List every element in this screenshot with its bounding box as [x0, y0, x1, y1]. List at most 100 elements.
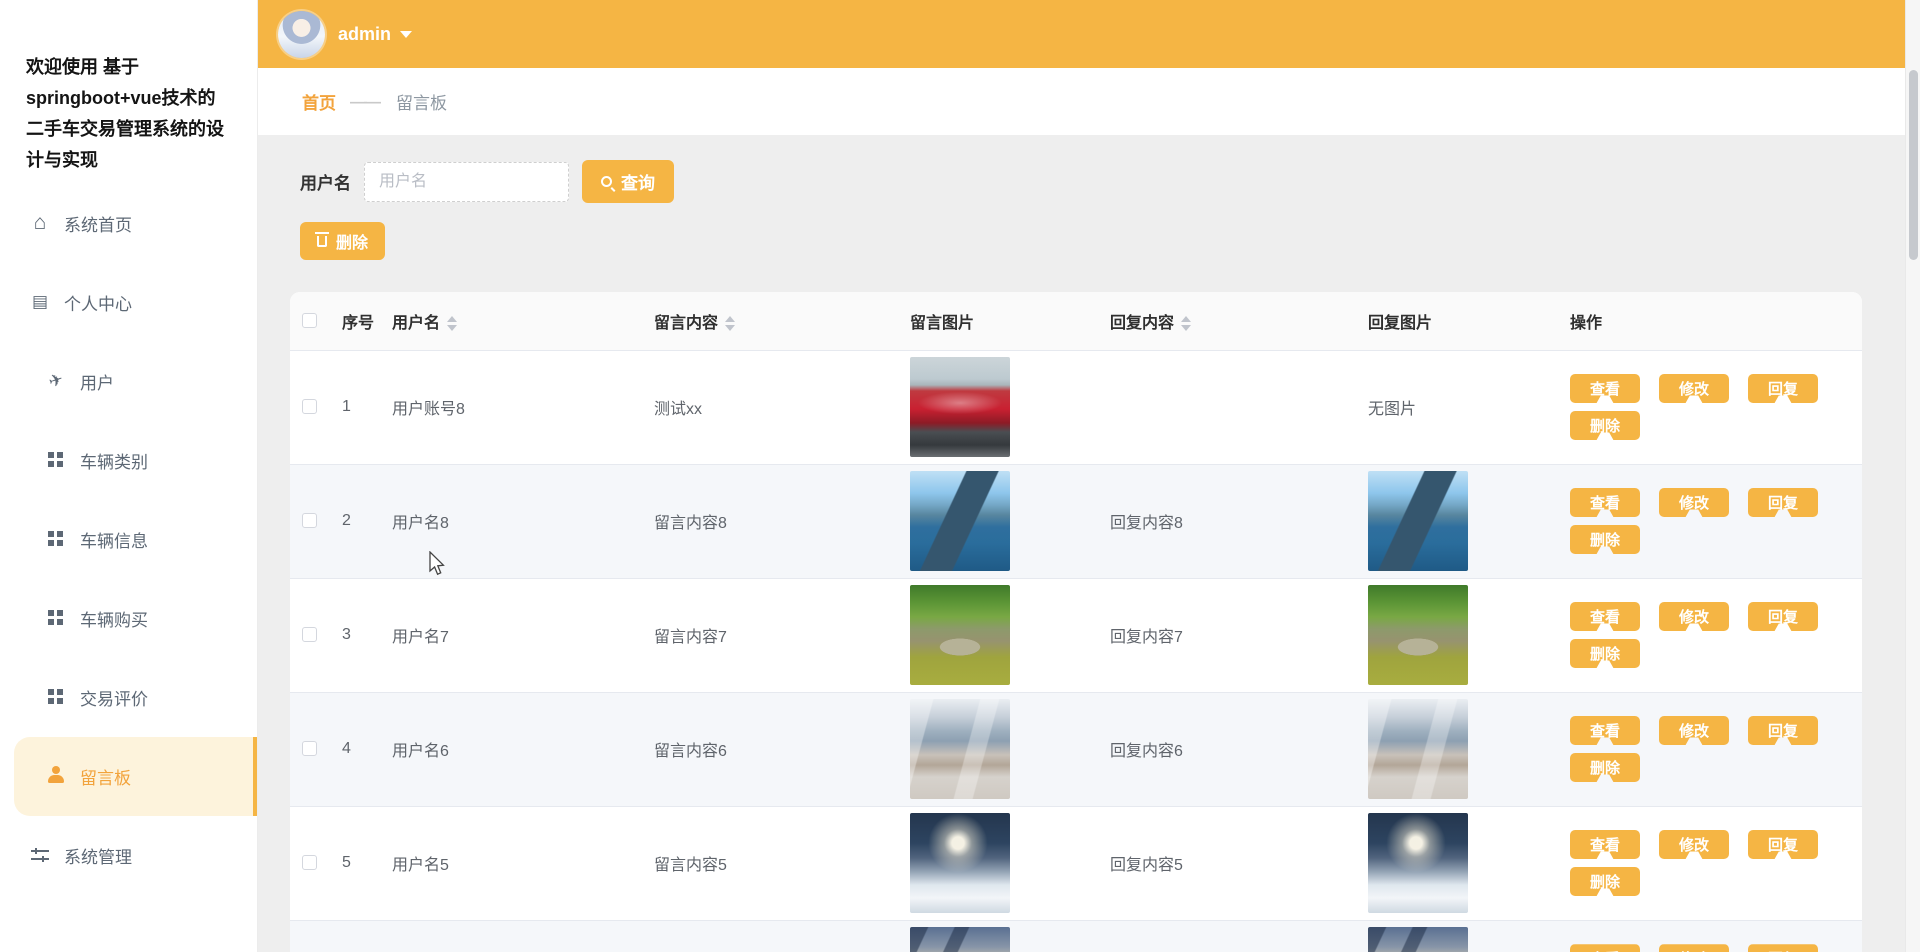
- view-button[interactable]: 查看: [1570, 602, 1640, 631]
- view-button[interactable]: 查看: [1570, 830, 1640, 859]
- sidebar-item-3[interactable]: 车辆类别: [0, 421, 257, 500]
- username[interactable]: admin: [338, 24, 391, 45]
- edit-button[interactable]: 修改: [1659, 944, 1729, 952]
- table-card: 序号 用户名 留言内容 留言图片 回复内容 回复图片 操作 1 用户账号8 测试…: [290, 292, 1862, 952]
- search-button[interactable]: 查询: [582, 160, 674, 203]
- row-username: 用户账号8: [392, 350, 654, 464]
- select-all-checkbox[interactable]: [302, 313, 317, 328]
- avatar[interactable]: [278, 11, 325, 58]
- column-header: 留言内容: [654, 292, 910, 350]
- table-row: 3 用户名7 留言内容7 回复内容7 查看 修改 回复 删除: [290, 578, 1862, 692]
- row-checkbox[interactable]: [302, 855, 317, 870]
- sort-icons[interactable]: [1181, 316, 1191, 331]
- search-icon: [601, 176, 612, 187]
- row-reply-content: [1110, 350, 1368, 464]
- home-icon: [30, 213, 50, 233]
- row-reply-content: 回复内容8: [1110, 464, 1368, 578]
- sidebar-item-1[interactable]: 个人中心: [0, 263, 257, 342]
- row-message-content: [654, 920, 910, 952]
- edit-button[interactable]: 修改: [1659, 602, 1729, 631]
- sidebar-item-4[interactable]: 车辆信息: [0, 500, 257, 579]
- row-username: 用户名8: [392, 464, 654, 578]
- row-actions: 查看 修改 回复 删除: [1570, 598, 1854, 672]
- sidebar-item-8[interactable]: 系统管理: [0, 816, 257, 895]
- toolbar-row: 删除: [290, 222, 1862, 260]
- sort-icons[interactable]: [447, 316, 457, 331]
- row-username: [392, 920, 654, 952]
- row-index: 3: [342, 578, 392, 692]
- delete-row-button[interactable]: 删除: [1570, 753, 1640, 782]
- send-icon: [46, 371, 66, 391]
- message-photo: [910, 357, 1010, 457]
- sidebar-item-label: 系统首页: [64, 211, 132, 236]
- scrollbar-thumb[interactable]: [1909, 70, 1918, 260]
- table-row: 5 用户名5 留言内容5 回复内容5 查看 修改 回复 删除: [290, 806, 1862, 920]
- sidebar-item-6[interactable]: 交易评价: [0, 658, 257, 737]
- reply-button[interactable]: 回复: [1748, 374, 1818, 403]
- delete-row-button[interactable]: 删除: [1570, 867, 1640, 896]
- delete-button[interactable]: 删除: [300, 222, 385, 260]
- row-reply-content: [1110, 920, 1368, 952]
- grid-icon: [46, 529, 66, 549]
- delete-row-button[interactable]: 删除: [1570, 639, 1640, 668]
- chevron-down-icon[interactable]: [400, 31, 412, 38]
- column-header: 用户名: [392, 292, 654, 350]
- search-label: 用户名: [300, 169, 351, 194]
- no-image-text: 无图片: [1368, 401, 1416, 418]
- person-icon: [46, 766, 66, 786]
- reply-button[interactable]: 回复: [1748, 830, 1818, 859]
- breadcrumb-current: 留言板: [396, 89, 447, 114]
- view-button[interactable]: 查看: [1570, 944, 1640, 952]
- reply-button[interactable]: 回复: [1748, 944, 1818, 952]
- sidebar-item-2[interactable]: 用户: [0, 342, 257, 421]
- sliders-icon: [30, 845, 50, 865]
- sidebar-item-0[interactable]: 系统首页: [0, 184, 257, 263]
- row-checkbox[interactable]: [302, 627, 317, 642]
- row-actions: 查看 修改 回复 删除: [1570, 826, 1854, 900]
- row-username: 用户名6: [392, 692, 654, 806]
- row-actions: 查看 修改 回复 删除: [1570, 940, 1854, 952]
- grid-icon: [46, 450, 66, 470]
- row-index: 4: [342, 692, 392, 806]
- delete-row-button[interactable]: 删除: [1570, 411, 1640, 440]
- sidebar-item-label: 个人中心: [64, 290, 132, 315]
- scrollbar[interactable]: [1905, 0, 1920, 952]
- edit-button[interactable]: 修改: [1659, 830, 1729, 859]
- main-area: admin 首页 —— 留言板 用户名 查询 删除: [258, 0, 1920, 952]
- row-username: 用户名7: [392, 578, 654, 692]
- sidebar-item-label: 交易评价: [80, 685, 148, 710]
- sidebar-item-5[interactable]: 车辆购买: [0, 579, 257, 658]
- sort-icons[interactable]: [725, 316, 735, 331]
- message-photo: [910, 585, 1010, 685]
- view-button[interactable]: 查看: [1570, 374, 1640, 403]
- content: 用户名 查询 删除: [258, 135, 1920, 952]
- reply-button[interactable]: 回复: [1748, 488, 1818, 517]
- row-message-content: 留言内容5: [654, 806, 910, 920]
- grid-icon: [46, 608, 66, 628]
- row-reply-content: 回复内容7: [1110, 578, 1368, 692]
- message-photo: [910, 471, 1010, 571]
- edit-button[interactable]: 修改: [1659, 716, 1729, 745]
- sidebar-item-7[interactable]: 留言板: [14, 737, 257, 816]
- table-row: 1 用户账号8 测试xx 无图片 查看 修改 回复 删除: [290, 350, 1862, 464]
- row-index: 5: [342, 806, 392, 920]
- row-checkbox[interactable]: [302, 513, 317, 528]
- breadcrumb: 首页 —— 留言板: [258, 68, 1920, 135]
- message-photo: [910, 927, 1010, 952]
- row-checkbox[interactable]: [302, 399, 317, 414]
- delete-row-button[interactable]: 删除: [1570, 525, 1640, 554]
- table-header-row: 序号 用户名 留言内容 留言图片 回复内容 回复图片 操作: [290, 292, 1862, 350]
- edit-button[interactable]: 修改: [1659, 374, 1729, 403]
- view-button[interactable]: 查看: [1570, 488, 1640, 517]
- search-input[interactable]: [364, 162, 569, 202]
- reply-button[interactable]: 回复: [1748, 602, 1818, 631]
- row-checkbox[interactable]: [302, 741, 317, 756]
- reply-photo: [1368, 471, 1468, 571]
- reply-button[interactable]: 回复: [1748, 716, 1818, 745]
- view-button[interactable]: 查看: [1570, 716, 1640, 745]
- topbar: admin: [258, 0, 1920, 68]
- edit-button[interactable]: 修改: [1659, 488, 1729, 517]
- search-row: 用户名 查询: [290, 135, 1862, 203]
- row-actions: 查看 修改 回复 删除: [1570, 712, 1854, 786]
- breadcrumb-home[interactable]: 首页: [302, 89, 336, 114]
